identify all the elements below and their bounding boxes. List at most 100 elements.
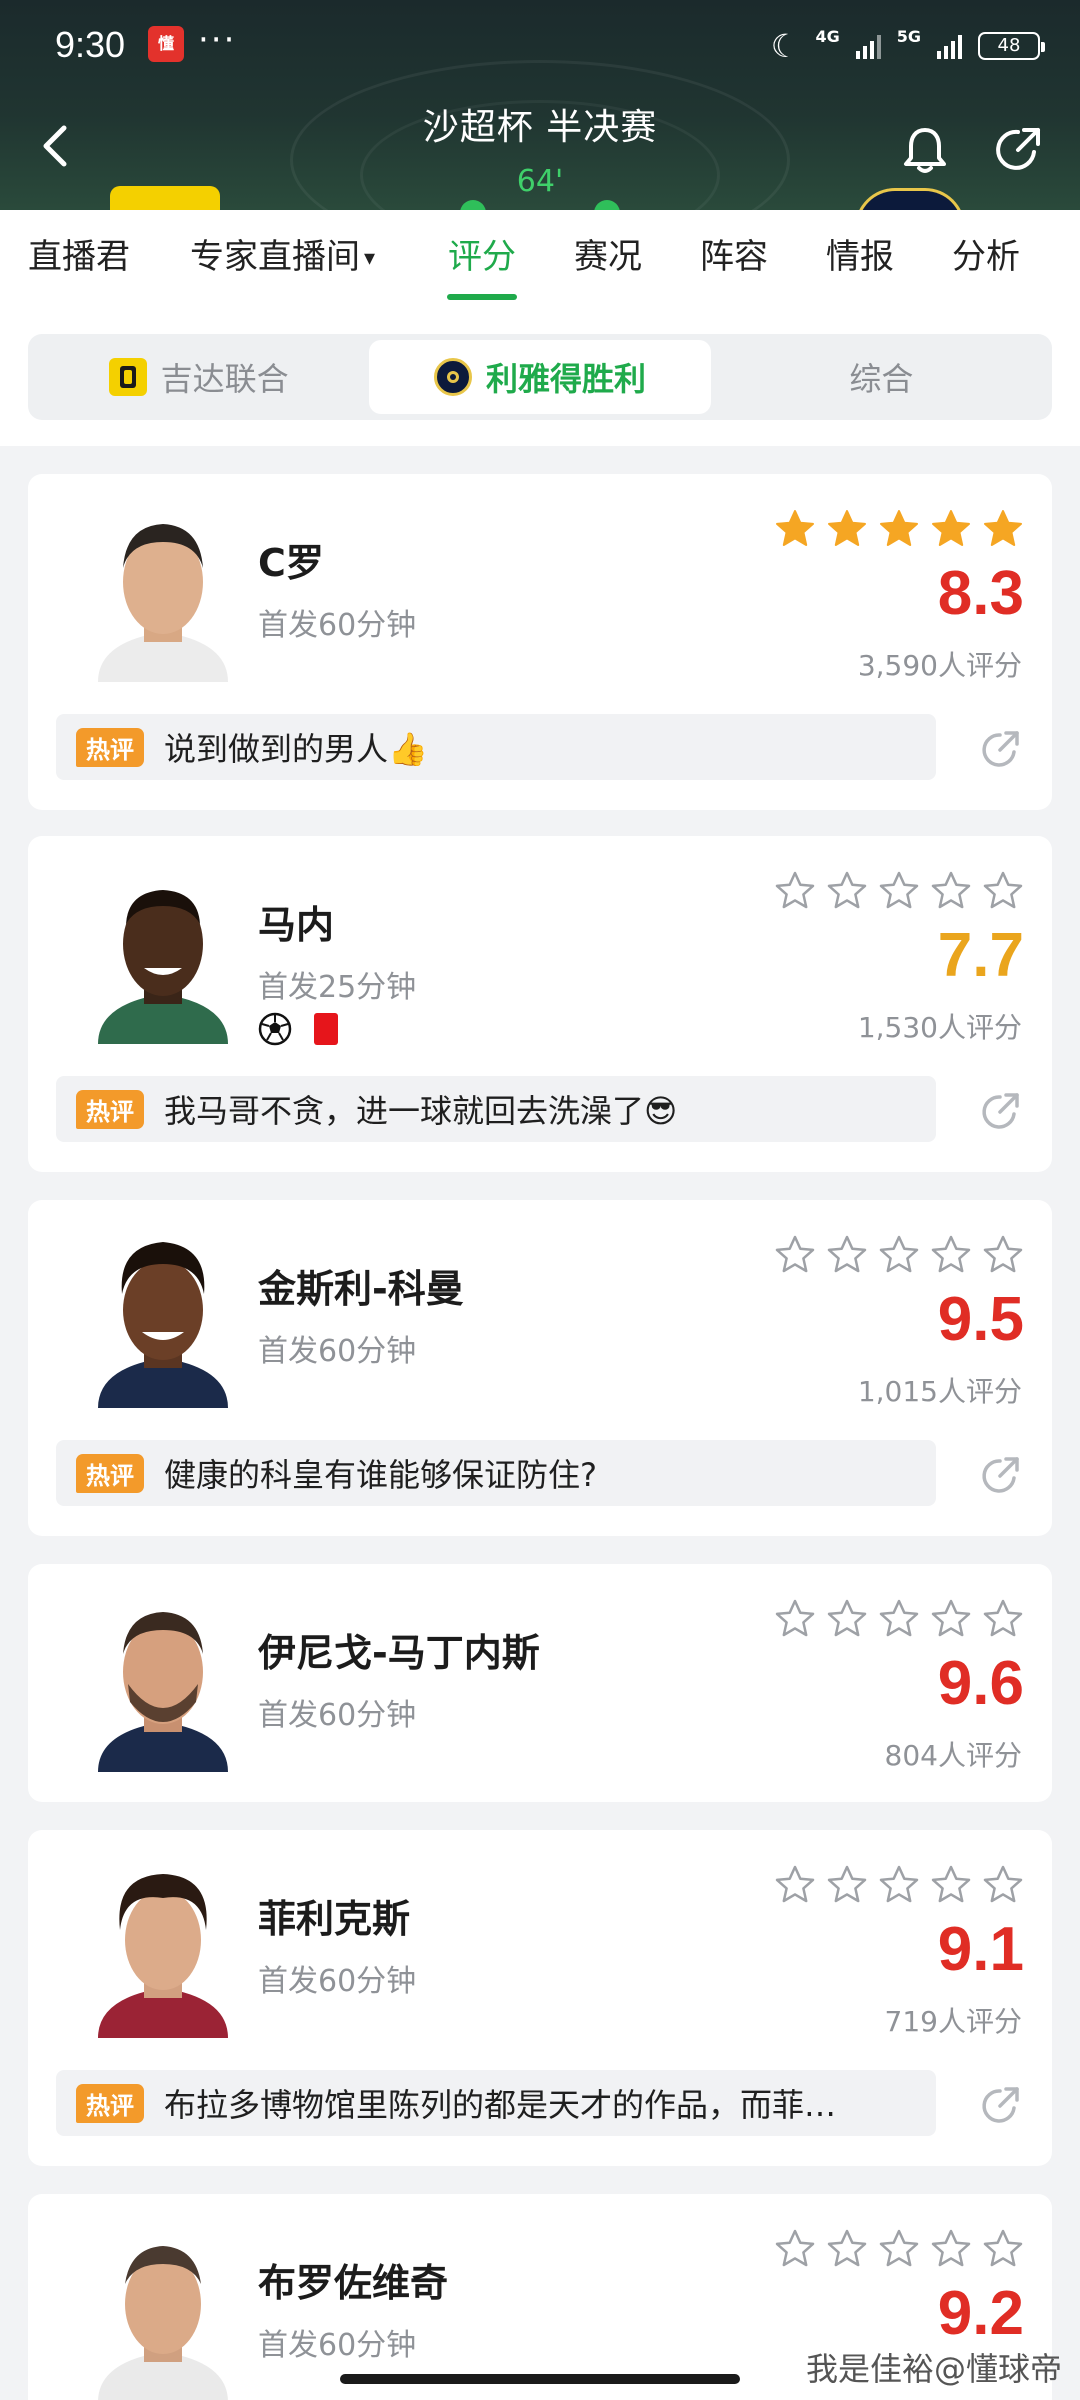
star-outline-icon[interactable]	[774, 2228, 816, 2270]
star-rating-input[interactable]	[774, 1234, 1024, 1276]
star-outline-icon[interactable]	[982, 870, 1024, 912]
watermark: 我是佳裕@懂球帝	[805, 2350, 1062, 2388]
tab-intel[interactable]: 情报	[826, 210, 894, 308]
hot-comment-text: 健康的科皇有谁能够保证防住?	[164, 1456, 597, 1494]
tab-label: 直播君	[28, 237, 130, 277]
star-outline-icon[interactable]	[982, 1864, 1024, 1906]
hot-comment-badge: 热评	[76, 1453, 144, 1493]
tab-label: 情报	[826, 237, 894, 277]
tab-bar: 直播君 专家直播间 ▾ 评分 赛况 阵容 情报 分析	[0, 210, 1080, 308]
signal-icon	[937, 33, 962, 59]
star-rating-input[interactable]	[774, 1864, 1024, 1906]
player-name: 金斯利-科曼	[258, 1267, 464, 1311]
home-indicator[interactable]	[340, 2374, 740, 2384]
star-outline-icon[interactable]	[878, 1598, 920, 1640]
player-card[interactable]: 金斯利-科曼 首发60分钟 9.5 1,015人评分 热评 健康的科皇有谁能够保…	[28, 1200, 1052, 1536]
star-outline-icon[interactable]	[930, 1598, 972, 1640]
star-outline-icon[interactable]	[826, 2228, 868, 2270]
vote-count: 719人评分	[884, 2005, 1022, 2038]
star-rating-input[interactable]	[774, 870, 1024, 912]
star-filled-icon[interactable]	[982, 508, 1024, 550]
hot-comment[interactable]: 热评 我马哥不贪，进一球就回去洗澡了😎	[56, 1076, 936, 1142]
star-filled-icon[interactable]	[826, 508, 868, 550]
player-minutes: 首发60分钟	[258, 2328, 417, 2363]
player-card[interactable]: 伊尼戈-马丁内斯 首发60分钟 9.6 804人评分	[28, 1564, 1052, 1802]
soccer-ball-icon	[258, 1012, 292, 1046]
tab-live-host[interactable]: 直播君	[28, 210, 130, 308]
tab-match-events[interactable]: 赛况	[574, 210, 642, 308]
share-icon[interactable]	[976, 2082, 1024, 2130]
player-card[interactable]: 马内 首发25分钟 7.7 1,530人评分 热评 我马哥不贪，进一球就回去洗澡…	[28, 836, 1052, 1172]
player-minutes: 首发60分钟	[258, 608, 417, 643]
share-icon[interactable]	[976, 726, 1024, 774]
star-rating-input[interactable]	[774, 508, 1024, 550]
tab-label: 阵容	[700, 237, 768, 277]
star-filled-icon[interactable]	[774, 508, 816, 550]
star-outline-icon[interactable]	[930, 1864, 972, 1906]
player-rating: 9.5	[937, 1285, 1024, 1354]
tab-label: 评分	[448, 237, 516, 277]
star-outline-icon[interactable]	[930, 1234, 972, 1276]
tab-label: 赛况	[574, 237, 642, 277]
star-outline-icon[interactable]	[930, 870, 972, 912]
network-4g-label: 4G	[815, 26, 840, 46]
segment-label: 利雅得胜利	[485, 360, 646, 398]
player-avatar	[78, 502, 248, 682]
player-rating: 9.2	[937, 2279, 1024, 2348]
tab-expert-live[interactable]: 专家直播间 ▾	[190, 210, 375, 308]
star-outline-icon[interactable]	[878, 2228, 920, 2270]
bell-icon[interactable]	[897, 122, 953, 178]
share-icon[interactable]	[976, 1088, 1024, 1136]
player-name: 布罗佐维奇	[258, 2261, 449, 2305]
player-avatar	[78, 864, 248, 1044]
caret-down-icon: ▾	[364, 246, 376, 271]
player-minutes: 首发60分钟	[258, 1964, 417, 1999]
star-outline-icon[interactable]	[930, 2228, 972, 2270]
moon-icon: ☾	[770, 27, 800, 65]
share-icon[interactable]	[990, 122, 1046, 178]
star-outline-icon[interactable]	[878, 870, 920, 912]
vote-count: 1,530人评分	[857, 1011, 1022, 1044]
segment-home-team[interactable]: 吉达联合	[28, 334, 369, 420]
star-outline-icon[interactable]	[826, 1234, 868, 1276]
vote-count: 3,590人评分	[857, 649, 1022, 682]
vote-count: 804人评分	[884, 1739, 1022, 1772]
player-card[interactable]: 菲利克斯 首发60分钟 9.1 719人评分 热评 布拉多博物馆里陈列的都是天才…	[28, 1830, 1052, 2166]
star-outline-icon[interactable]	[774, 1234, 816, 1276]
star-rating-input[interactable]	[774, 1598, 1024, 1640]
player-rating: 8.3	[937, 559, 1024, 628]
star-outline-icon[interactable]	[826, 870, 868, 912]
star-outline-icon[interactable]	[826, 1598, 868, 1640]
star-filled-icon[interactable]	[930, 508, 972, 550]
player-rating: 9.1	[937, 1915, 1024, 1984]
vote-count: 1,015人评分	[857, 1375, 1022, 1408]
tab-lineup[interactable]: 阵容	[700, 210, 768, 308]
player-card[interactable]: C罗 首发60分钟 8.3 3,590人评分 热评 说到做到的男人👍	[28, 474, 1052, 810]
star-outline-icon[interactable]	[774, 1864, 816, 1906]
hot-comment[interactable]: 热评 说到做到的男人👍	[56, 714, 936, 780]
more-notifications-icon: ···	[198, 20, 237, 60]
player-minutes: 首发60分钟	[258, 1334, 417, 1369]
tab-label: 专家直播间	[190, 237, 360, 277]
tab-analysis[interactable]: 分析	[952, 210, 1020, 308]
player-name: 菲利克斯	[258, 1897, 411, 1941]
team-switcher-area: 吉达联合 利雅得胜利 综合	[0, 308, 1080, 446]
hot-comment-text: 说到做到的男人👍	[164, 730, 428, 768]
segment-away-team[interactable]: 利雅得胜利	[369, 340, 711, 414]
hot-comment[interactable]: 热评 布拉多博物馆里陈列的都是天才的作品，而菲…	[56, 2070, 936, 2136]
tab-ratings[interactable]: 评分	[447, 210, 517, 308]
star-rating-input[interactable]	[774, 2228, 1024, 2270]
star-outline-icon[interactable]	[982, 1598, 1024, 1640]
share-icon[interactable]	[976, 1452, 1024, 1500]
star-outline-icon[interactable]	[878, 1234, 920, 1276]
star-outline-icon[interactable]	[982, 1234, 1024, 1276]
star-outline-icon[interactable]	[774, 1598, 816, 1640]
player-name: 伊尼戈-马丁内斯	[258, 1631, 540, 1675]
star-outline-icon[interactable]	[982, 2228, 1024, 2270]
star-outline-icon[interactable]	[826, 1864, 868, 1906]
star-filled-icon[interactable]	[878, 508, 920, 550]
segment-overall[interactable]: 综合	[711, 334, 1052, 420]
star-outline-icon[interactable]	[774, 870, 816, 912]
star-outline-icon[interactable]	[878, 1864, 920, 1906]
hot-comment[interactable]: 热评 健康的科皇有谁能够保证防住?	[56, 1440, 936, 1506]
